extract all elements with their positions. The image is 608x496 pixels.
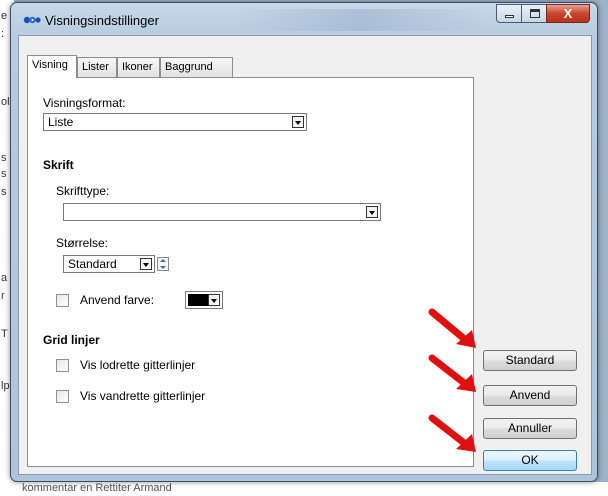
visning-panel: Visningsformat: Liste Skrift Skrifttype:… — [27, 77, 474, 467]
fonttype-select[interactable] — [63, 203, 381, 221]
tab-lister[interactable]: Lister — [77, 57, 117, 77]
tab-baggrund[interactable]: Baggrund — [160, 57, 233, 77]
background-text: r — [1, 290, 5, 302]
background-app-statusline: kommentar en Rettiter Armand — [0, 482, 608, 496]
color-swatch — [188, 294, 210, 306]
background-text: kommentar en Rettiter Armand — [22, 482, 172, 494]
maximize-icon — [530, 9, 540, 18]
minimize-button[interactable] — [496, 4, 522, 23]
size-value: Standard — [68, 257, 117, 271]
red-arrow-icon — [428, 414, 476, 452]
background-text: e — [1, 10, 8, 22]
background-text: a — [1, 272, 8, 284]
title-bar[interactable]: Visningsindstillinger X — [11, 3, 597, 35]
background-text: s — [1, 168, 7, 180]
background-text: s — [1, 152, 7, 164]
horizontal-gridlines-checkbox[interactable] — [56, 390, 69, 403]
maximize-button[interactable] — [521, 4, 547, 23]
format-label: Visningsformat: — [43, 96, 126, 110]
background-text: ol — [1, 96, 10, 108]
tab-ikoner[interactable]: Ikoner — [117, 57, 160, 77]
close-icon: X — [563, 6, 573, 21]
font-section-heading: Skrift — [43, 158, 74, 172]
title-bar-reflection — [231, 9, 491, 31]
vertical-gridlines-checkbox[interactable] — [56, 359, 69, 372]
chevron-down-icon[interactable] — [366, 206, 378, 218]
size-label: Størrelse: — [56, 236, 109, 250]
size-spinner[interactable] — [157, 257, 169, 271]
chevron-down-icon[interactable] — [292, 116, 304, 128]
size-select[interactable]: Standard — [63, 255, 155, 273]
standard-button[interactable]: Standard — [483, 350, 577, 371]
color-picker[interactable] — [185, 291, 223, 309]
close-button[interactable]: X — [546, 4, 590, 23]
background-text: lp — [1, 380, 10, 392]
fonttype-label: Skrifttype: — [56, 184, 110, 198]
use-color-checkbox[interactable] — [56, 294, 69, 307]
apply-button[interactable]: Anvend — [483, 385, 577, 406]
red-arrow-icon — [428, 354, 476, 392]
background-text: s — [1, 186, 7, 198]
spin-up-icon[interactable] — [160, 259, 166, 262]
chevron-down-icon[interactable] — [208, 294, 220, 306]
spin-down-icon[interactable] — [160, 266, 166, 269]
grid-section-heading: Grid linjer — [43, 333, 100, 347]
chevron-down-icon[interactable] — [140, 258, 152, 270]
format-value: Liste — [48, 115, 74, 129]
ok-button[interactable]: OK — [483, 450, 577, 471]
cancel-button[interactable]: Annuller — [483, 418, 577, 439]
minimize-icon — [505, 15, 514, 18]
settings-dialog: Visningsindstillinger X Visning Lister I… — [10, 2, 598, 482]
vertical-gridlines-label: Vis lodrette gitterlinjer — [80, 358, 196, 372]
window-title: Visningsindstillinger — [45, 13, 159, 28]
app-icon — [23, 16, 41, 24]
format-select[interactable]: Liste — [43, 113, 307, 131]
dialog-client-area: Visning Lister Ikoner Baggrund Visningsf… — [18, 35, 592, 475]
background-text: : — [1, 28, 5, 40]
tab-visning[interactable]: Visning — [27, 55, 77, 78]
red-arrow-icon — [428, 308, 476, 348]
use-color-label: Anvend farve: — [80, 293, 155, 307]
background-text: T — [1, 328, 8, 340]
horizontal-gridlines-label: Vis vandrette gitterlinjer — [80, 389, 206, 403]
